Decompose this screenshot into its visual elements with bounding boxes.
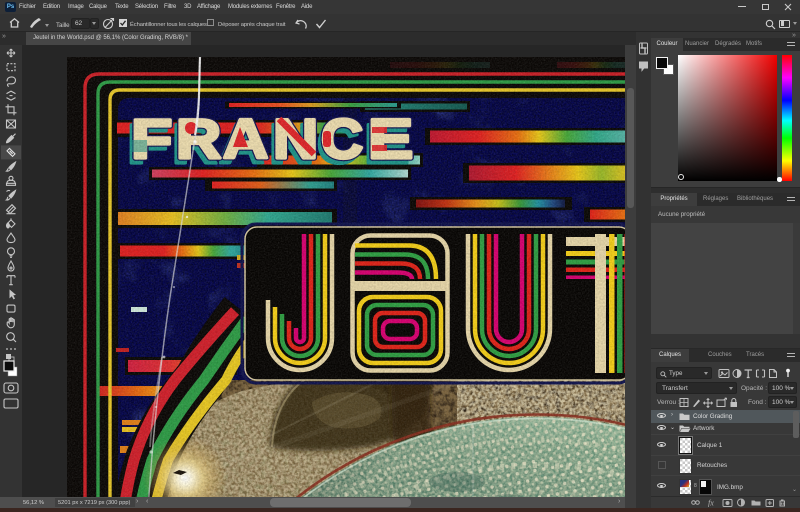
svg-text:fx: fx [708, 499, 714, 508]
